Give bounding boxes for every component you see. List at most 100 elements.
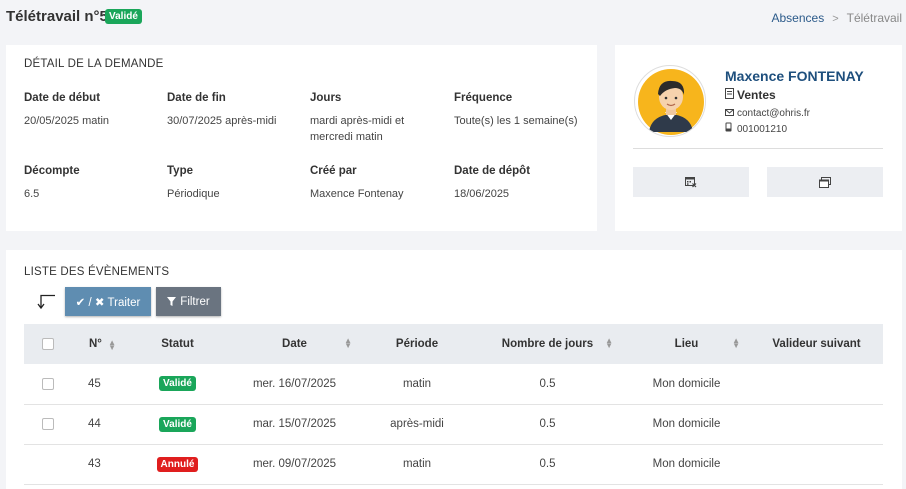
table-row: 44 Validé mar. 15/07/2025 après-midi 0.5…	[24, 404, 883, 445]
row-number: 43	[71, 444, 128, 485]
row-place: Mon domicile	[623, 364, 750, 405]
row-days: 0.5	[472, 404, 623, 445]
status-badge: Validé	[159, 416, 196, 432]
row-checkbox[interactable]	[41, 377, 54, 390]
row-status: Validé	[128, 404, 227, 445]
row-period: après-midi	[362, 404, 472, 445]
detail-section-title: DÉTAIL DE LA DEMANDE	[24, 58, 164, 70]
status-badge: Validé	[159, 376, 196, 392]
row-place: Mon domicile	[623, 404, 750, 445]
filter-button[interactable]: Filtrer	[156, 287, 221, 316]
window-icon	[819, 176, 831, 188]
field-value: 6.5	[24, 188, 40, 200]
employee-name[interactable]: Maxence FONTENAY	[725, 68, 864, 84]
row-days: 0.5	[472, 364, 623, 405]
field-label: Décompte	[24, 165, 80, 177]
row-validator	[750, 364, 883, 405]
field-end-date: Date de fin 30/07/2025 après-midi	[167, 92, 276, 129]
field-created-by: Créé par Maxence Fontenay	[310, 165, 404, 202]
column-header-place[interactable]: Lieu ▲ ▼	[623, 324, 750, 364]
field-days: Jours mardi après-midi et mercredi matin	[310, 92, 404, 145]
sort-icon: ▲ ▼	[108, 338, 116, 352]
field-value: Périodique	[167, 188, 220, 200]
select-all-cell	[24, 324, 71, 364]
table-row: 43 Annulé mer. 09/07/2025 matin 0.5 Mon …	[24, 444, 883, 485]
field-value: mardi après-midi et mercredi matin	[310, 115, 405, 143]
field-count: Décompte 6.5	[24, 165, 80, 202]
email-text: contact@ohris.fr	[737, 108, 810, 119]
department-label: Ventes	[737, 88, 776, 102]
field-label: Date de début	[24, 92, 101, 104]
column-header-number[interactable]: N° ▲ ▼	[71, 324, 128, 364]
request-detail-card: DÉTAIL DE LA DEMANDE Date de début 20/05…	[6, 45, 597, 231]
row-period: matin	[362, 364, 472, 405]
field-label: Type	[167, 165, 193, 177]
column-header-status: Statut	[128, 324, 227, 364]
field-value: 20/05/2025 matin	[24, 115, 110, 127]
field-start-date: Date de début 20/05/2025 matin	[24, 92, 109, 129]
envelope-icon	[725, 108, 737, 118]
row-status: Validé	[128, 364, 227, 405]
phone-text: 001001210	[737, 124, 788, 135]
breadcrumb: Absences > Télétravail	[772, 11, 903, 25]
employee-department: Ventes	[725, 88, 776, 102]
row-date: mer. 09/07/2025	[227, 444, 362, 485]
sort-icon: ▲ ▼	[732, 336, 740, 350]
field-value: Toute(s) les 1 semaine(s)	[454, 115, 578, 127]
filter-icon	[167, 297, 177, 306]
document-icon	[725, 88, 737, 101]
field-frequency: Fréquence Toute(s) les 1 semaine(s)	[454, 92, 578, 129]
column-header-date[interactable]: Date ▲ ▼	[227, 324, 362, 364]
events-section-title: LISTE DES ÉVÈNEMENTS	[24, 266, 170, 278]
events-list-card: LISTE DES ÉVÈNEMENTS ✔ / ✖ Traiter Filtr…	[6, 250, 902, 489]
employee-profile-card: Maxence FONTENAY Ventes contact@ohris.fr…	[615, 45, 902, 231]
row-period: matin	[362, 444, 472, 485]
column-header-next-validator: Valideur suivant	[750, 324, 883, 364]
sort-icon: ▲ ▼	[344, 336, 352, 350]
treat-button[interactable]: ✔ / ✖ Traiter	[65, 287, 151, 316]
events-table: N° ▲ ▼ Statut Date ▲ ▼ Période Nombre de jou…	[24, 324, 883, 485]
breadcrumb-current: Télétravail	[846, 11, 902, 25]
phone-icon	[725, 122, 737, 134]
row-select-cell	[24, 364, 71, 405]
row-number: 44	[71, 404, 128, 445]
row-days: 0.5	[472, 444, 623, 485]
field-label: Jours	[310, 92, 342, 104]
profile-divider	[633, 148, 883, 149]
filter-button-label: Filtrer	[180, 295, 210, 308]
row-number: 45	[71, 364, 128, 405]
select-all-checkbox[interactable]	[41, 337, 54, 350]
column-header-days[interactable]: Nombre de jours ▲ ▼	[472, 324, 623, 364]
field-label: Date de dépôt	[454, 165, 531, 177]
breadcrumb-separator: >	[832, 13, 839, 25]
field-type: Type Périodique	[167, 165, 220, 202]
row-status: Annulé	[128, 444, 227, 485]
field-label: Créé par	[310, 165, 357, 177]
row-checkbox[interactable]	[41, 417, 54, 430]
field-label: Date de fin	[167, 92, 226, 104]
employee-email: contact@ohris.fr	[725, 108, 810, 119]
row-place: Mon domicile	[623, 444, 750, 485]
row-date: mar. 15/07/2025	[227, 404, 362, 445]
absence-calendar-button[interactable]	[633, 167, 749, 197]
row-select-cell	[24, 404, 71, 445]
page-header: Télétravail n°5 Validé Absences > Télétrav…	[0, 0, 906, 34]
column-header-period: Période	[362, 324, 472, 364]
row-select-cell	[24, 444, 71, 485]
page-title: Télétravail n°5	[6, 8, 108, 25]
table-row: 45 Validé mer. 16/07/2025 matin 0.5 Mon …	[24, 364, 883, 405]
status-badge: Validé	[105, 9, 142, 24]
row-date: mer. 16/07/2025	[227, 364, 362, 405]
table-header-row: N° ▲ ▼ Statut Date ▲ ▼ Période Nombre de jou…	[24, 324, 883, 364]
field-value: 30/07/2025 après-midi	[167, 115, 277, 127]
field-value: 18/06/2025	[454, 188, 510, 200]
breadcrumb-link-absences[interactable]: Absences	[772, 11, 825, 25]
row-validator	[750, 404, 883, 445]
sort-icon: ▲ ▼	[605, 336, 613, 350]
calendar-cancel-icon	[685, 177, 697, 188]
field-label: Fréquence	[454, 92, 513, 104]
avatar-icon	[638, 69, 704, 135]
avatar	[634, 65, 706, 137]
open-window-button[interactable]	[767, 167, 883, 197]
employee-phone: 001001210	[725, 122, 787, 135]
